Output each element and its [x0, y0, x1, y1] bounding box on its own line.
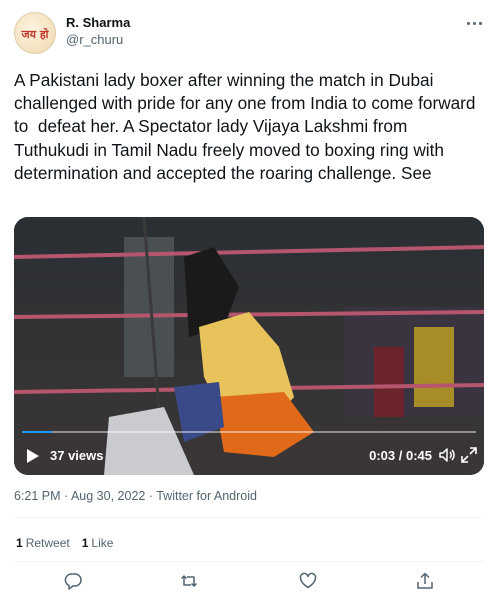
like-stat-label: Like [91, 536, 114, 550]
share-button[interactable] [414, 570, 436, 592]
meta-separator: · [145, 489, 157, 503]
retweet-icon [180, 575, 198, 587]
tweet-meta: 6:21 PM · Aug 30, 2022 · Twitter for And… [14, 489, 257, 503]
reply-icon [64, 573, 82, 590]
tweet-header: जय हो R. Sharma @r_churu [14, 12, 484, 56]
user-handle[interactable]: @r_churu [66, 32, 123, 47]
volume-icon[interactable] [438, 446, 456, 464]
video-progress-bar[interactable] [22, 431, 476, 433]
like-stat[interactable]: 1 Like [82, 536, 114, 550]
reply-button[interactable] [62, 570, 84, 592]
tweet-actions [14, 570, 484, 598]
divider [14, 517, 484, 518]
svg-text:जय हो: जय हो [20, 27, 49, 41]
retweet-stat-label: Retweet [25, 536, 70, 550]
heart-icon [299, 572, 317, 589]
retweet-count: 1 [16, 536, 23, 550]
retweet-button[interactable] [178, 570, 200, 592]
video-player[interactable]: 37 views 0:03 / 0:45 [14, 217, 484, 475]
video-frame [14, 217, 484, 475]
like-button[interactable] [297, 570, 319, 592]
divider [14, 561, 484, 562]
retweet-stat[interactable]: 1 Retweet [16, 536, 70, 550]
video-progress-fill [22, 431, 53, 433]
like-count: 1 [81, 536, 89, 550]
view-count: 37 views [50, 448, 104, 463]
timestamp[interactable]: 6:21 PM · Aug 30, 2022 [14, 489, 145, 503]
more-options-icon[interactable] [464, 18, 484, 28]
avatar[interactable]: जय हो [14, 12, 56, 54]
play-icon[interactable] [26, 448, 40, 464]
tweet-stats: 1 Retweet 1 Like [16, 536, 113, 550]
video-time: 0:03 / 0:45 [369, 448, 432, 463]
share-icon [417, 572, 433, 589]
tweet-text: A Pakistani lady boxer after winning the… [14, 70, 481, 183]
avatar-logo: जय हो [20, 27, 49, 41]
user-name[interactable]: R. Sharma [66, 15, 130, 30]
fullscreen-icon[interactable] [460, 446, 478, 464]
tweet-source[interactable]: Twitter for Android [156, 489, 257, 503]
